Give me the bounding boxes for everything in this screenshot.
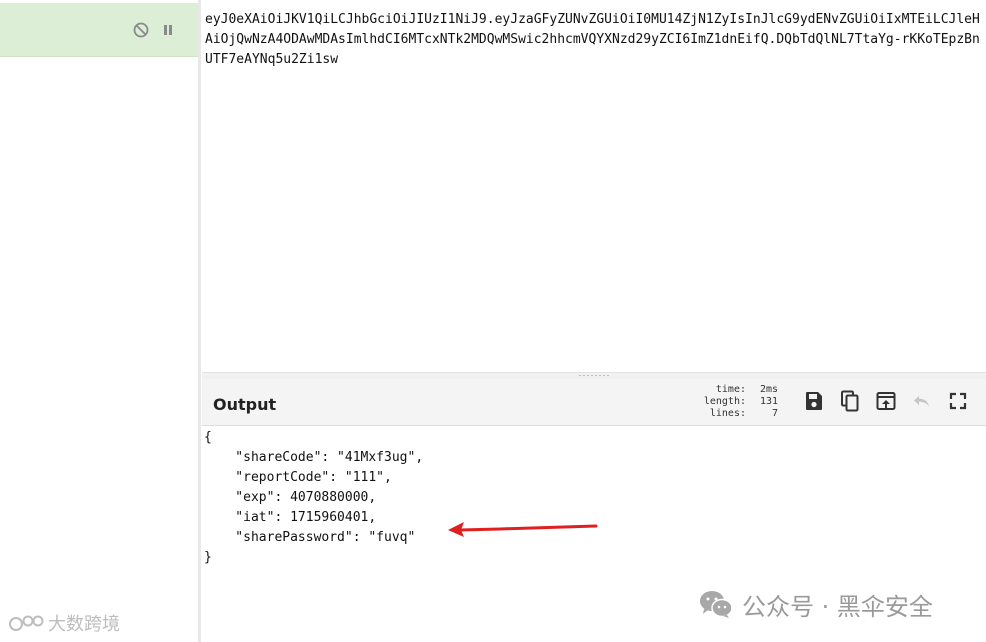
undo-button[interactable] [910,389,934,413]
output-stats: time: 2ms length: 131 lines: 7 [700,384,778,420]
stat-value: 131 [759,396,778,407]
stat-time: time: 2ms [700,384,778,396]
splitter-grip-icon[interactable] [578,374,610,377]
red-arrow-annotation [448,522,598,537]
fullscreen-button[interactable] [946,389,970,413]
fullscreen-icon [949,392,967,410]
output-title: Output [213,395,277,414]
output-line: { [204,430,212,445]
save-output-button[interactable] [802,389,826,413]
disable-icon[interactable] [131,20,151,40]
recipe-panel [0,0,198,642]
stat-lines: lines: 7 [700,408,778,420]
column-divider[interactable] [198,0,201,642]
watermark-text: 大数跨境 [48,614,120,635]
output-line: "iat": 1715960401, [204,510,377,525]
stat-length: length: 131 [700,396,778,408]
input-pane[interactable]: eyJ0eXAiOiJKV1QiLCJhbGciOiJIUzI1NiJ9.eyJ… [202,0,986,372]
output-line: "reportCode": "111", [204,470,392,485]
brand-logo-icon [9,615,44,631]
input-textarea[interactable]: eyJ0eXAiOiJKV1QiLCJhbGciOiJIUzI1NiJ9.eyJ… [205,10,983,70]
save-icon [806,392,822,410]
undo-icon [914,396,929,407]
stat-label: time: [715,384,746,395]
pause-icon[interactable] [158,20,178,40]
output-text[interactable]: { "shareCode": "41Mxf3ug", "reportCode":… [204,428,423,568]
operation-row[interactable] [0,3,198,57]
output-line: "shareCode": "41Mxf3ug", [204,450,424,465]
copy-output-button[interactable] [838,389,862,413]
wechat-icon [700,591,733,618]
output-header: Output time: 2ms length: 131 lines: 7 [202,379,986,426]
output-line: "sharePassword": "fuvq" [204,530,416,545]
replace-input-icon [876,392,896,410]
output-line: } [204,550,212,565]
replace-input-button[interactable] [874,389,898,413]
copy-icon [841,390,859,412]
stat-value: 2ms [759,384,778,395]
stat-label: length: [703,396,746,407]
stat-value: 7 [771,408,778,419]
stat-label: lines: [709,408,746,419]
output-line: "exp": 4070880000, [204,490,377,505]
wechat-watermark: 公众号 · 黑伞安全 [698,586,933,622]
brand-watermark: 大数跨境 [8,610,120,636]
watermark-text: 公众号 · 黑伞安全 [742,592,933,621]
